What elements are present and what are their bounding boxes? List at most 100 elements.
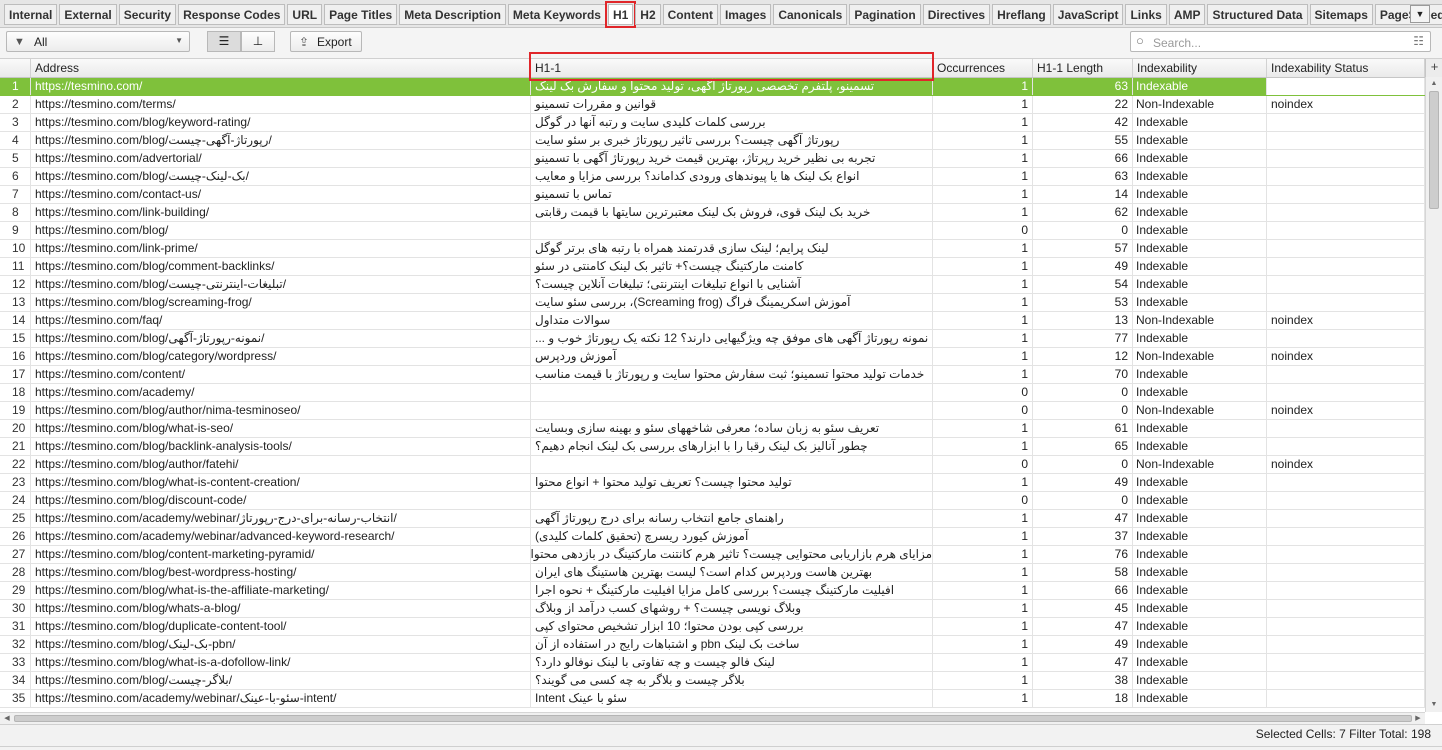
occurrences-cell[interactable]: 1	[933, 690, 1033, 707]
row-number[interactable]: 32	[0, 636, 31, 653]
indexability-status-cell[interactable]	[1267, 330, 1425, 347]
indexability-status-cell[interactable]	[1267, 204, 1425, 221]
indexability-cell[interactable]: Indexable	[1133, 294, 1267, 311]
indexability-status-cell[interactable]	[1267, 654, 1425, 671]
table-row[interactable]: 31 https://tesmino.com/blog/duplicate-con…	[0, 618, 1425, 636]
table-row[interactable]: 33 https://tesmino.com/blog/what-is-a-dof…	[0, 654, 1425, 672]
occurrences-cell[interactable]: 1	[933, 510, 1033, 527]
h1-length-cell[interactable]: 47	[1033, 510, 1133, 527]
address-cell[interactable]: https://tesmino.com/contact-us/	[31, 186, 531, 203]
indexability-cell[interactable]: Indexable	[1133, 636, 1267, 653]
indexability-status-cell[interactable]	[1267, 366, 1425, 383]
address-cell[interactable]: https://tesmino.com/	[31, 78, 531, 95]
indexability-cell[interactable]: Indexable	[1133, 330, 1267, 347]
indexability-cell[interactable]: Indexable	[1133, 690, 1267, 707]
tab-amp[interactable]: AMP	[1168, 4, 1206, 25]
h1-length-cell[interactable]: 0	[1033, 222, 1133, 239]
search-input[interactable]	[1151, 34, 1405, 51]
address-cell[interactable]: https://tesmino.com/blog/keyword-rating/	[31, 114, 531, 131]
h1-cell[interactable]: آموزش اسکریمینگ فراگ (Screaming frog)، ب…	[531, 294, 933, 311]
indexability-status-cell[interactable]	[1267, 672, 1425, 689]
tree-view-button[interactable]: ⊥	[241, 31, 275, 52]
occurrences-cell[interactable]: 1	[933, 276, 1033, 293]
table-row[interactable]: 29 https://tesmino.com/blog/what-is-the-a…	[0, 582, 1425, 600]
occurrences-cell[interactable]: 1	[933, 438, 1033, 455]
scroll-up-icon[interactable]: ▲	[1426, 77, 1442, 91]
h1-length-cell[interactable]: 47	[1033, 654, 1133, 671]
address-cell[interactable]: https://tesmino.com/academy/	[31, 384, 531, 401]
occurrences-cell[interactable]: 1	[933, 528, 1033, 545]
h1-cell[interactable]: تولید محتوا چیست؟ تعریف تولید محتوا + ان…	[531, 474, 933, 491]
tab-meta-keywords[interactable]: Meta Keywords	[507, 4, 606, 25]
occurrences-cell[interactable]: 1	[933, 420, 1033, 437]
indexability-cell[interactable]: Indexable	[1133, 510, 1267, 527]
table-row[interactable]: 1 https://tesmino.com/تسمینو، پلتفرم تخصص…	[0, 78, 1425, 96]
column-header-address[interactable]: Address	[31, 59, 531, 77]
h1-length-cell[interactable]: 62	[1033, 204, 1133, 221]
address-cell[interactable]: https://tesmino.com/faq/	[31, 312, 531, 329]
h1-length-cell[interactable]: 37	[1033, 528, 1133, 545]
address-cell[interactable]: https://tesmino.com/academy/webinar/انتخ…	[31, 510, 531, 527]
table-row[interactable]: 10 https://tesmino.com/link-prime/لینک پر…	[0, 240, 1425, 258]
h1-length-cell[interactable]: 18	[1033, 690, 1133, 707]
h1-cell[interactable]	[531, 456, 933, 473]
tab-page-titles[interactable]: Page Titles	[324, 4, 398, 25]
scrollbar-thumb[interactable]	[14, 715, 1412, 722]
occurrences-cell[interactable]: 1	[933, 564, 1033, 581]
occurrences-cell[interactable]: 1	[933, 186, 1033, 203]
h1-length-cell[interactable]: 57	[1033, 240, 1133, 257]
indexability-status-cell[interactable]	[1267, 474, 1425, 491]
row-number[interactable]: 24	[0, 492, 31, 509]
column-header-indexability-status[interactable]: Indexability Status	[1267, 59, 1425, 77]
h1-length-cell[interactable]: 22	[1033, 96, 1133, 113]
indexability-cell[interactable]: Indexable	[1133, 564, 1267, 581]
address-cell[interactable]: https://tesmino.com/blog/category/wordpr…	[31, 348, 531, 365]
row-number[interactable]: 8	[0, 204, 31, 221]
indexability-cell[interactable]: Non-Indexable	[1133, 456, 1267, 473]
indexability-status-cell[interactable]	[1267, 186, 1425, 203]
occurrences-cell[interactable]: 1	[933, 366, 1033, 383]
h1-length-cell[interactable]: 49	[1033, 474, 1133, 491]
occurrences-cell[interactable]: 1	[933, 330, 1033, 347]
address-cell[interactable]: https://tesmino.com/terms/	[31, 96, 531, 113]
indexability-cell[interactable]: Indexable	[1133, 492, 1267, 509]
table-row[interactable]: 12 https://tesmino.com/blog/تبلیغات-اینتر…	[0, 276, 1425, 294]
row-number[interactable]: 30	[0, 600, 31, 617]
h1-length-cell[interactable]: 66	[1033, 582, 1133, 599]
address-cell[interactable]: https://tesmino.com/advertorial/	[31, 150, 531, 167]
occurrences-cell[interactable]: 1	[933, 600, 1033, 617]
address-cell[interactable]: https://tesmino.com/blog/whats-a-blog/	[31, 600, 531, 617]
indexability-cell[interactable]: Indexable	[1133, 222, 1267, 239]
table-row[interactable]: 15 https://tesmino.com/blog/نمونه-رپورتاژ…	[0, 330, 1425, 348]
scroll-right-icon[interactable]: ▶	[1411, 713, 1425, 724]
address-cell[interactable]: https://tesmino.com/blog/بک-لینک-pbn/	[31, 636, 531, 653]
table-row[interactable]: 21 https://tesmino.com/blog/backlink-anal…	[0, 438, 1425, 456]
occurrences-cell[interactable]: 1	[933, 150, 1033, 167]
indexability-cell[interactable]: Indexable	[1133, 546, 1267, 563]
indexability-cell[interactable]: Indexable	[1133, 528, 1267, 545]
address-cell[interactable]: https://tesmino.com/blog/author/fatehi/	[31, 456, 531, 473]
table-row[interactable]: 18 https://tesmino.com/academy/0 0 Indexabl…	[0, 384, 1425, 402]
indexability-status-cell[interactable]	[1267, 582, 1425, 599]
address-cell[interactable]: https://tesmino.com/blog/author/nima-tes…	[31, 402, 531, 419]
column-header-h1[interactable]: H1-1	[531, 59, 933, 77]
h1-length-cell[interactable]: 54	[1033, 276, 1133, 293]
indexability-cell[interactable]: Non-Indexable	[1133, 312, 1267, 329]
indexability-cell[interactable]: Indexable	[1133, 474, 1267, 491]
indexability-cell[interactable]: Indexable	[1133, 240, 1267, 257]
table-row[interactable]: 32 https://tesmino.com/blog/بک-لینک-pbn/س…	[0, 636, 1425, 654]
row-number[interactable]: 35	[0, 690, 31, 707]
h1-length-cell[interactable]: 49	[1033, 636, 1133, 653]
address-cell[interactable]: https://tesmino.com/blog/content-marketi…	[31, 546, 531, 563]
row-number[interactable]: 29	[0, 582, 31, 599]
scrollbar-thumb[interactable]	[1429, 91, 1439, 209]
indexability-cell[interactable]: Indexable	[1133, 366, 1267, 383]
h1-length-cell[interactable]: 13	[1033, 312, 1133, 329]
column-header-row-number[interactable]	[0, 59, 31, 77]
tab-sitemaps[interactable]: Sitemaps	[1309, 4, 1373, 25]
indexability-cell[interactable]: Non-Indexable	[1133, 402, 1267, 419]
tab-url[interactable]: URL	[287, 4, 323, 25]
h1-length-cell[interactable]: 63	[1033, 168, 1133, 185]
indexability-cell[interactable]: Indexable	[1133, 204, 1267, 221]
h1-cell[interactable]: آموزش وردپرس	[531, 348, 933, 365]
